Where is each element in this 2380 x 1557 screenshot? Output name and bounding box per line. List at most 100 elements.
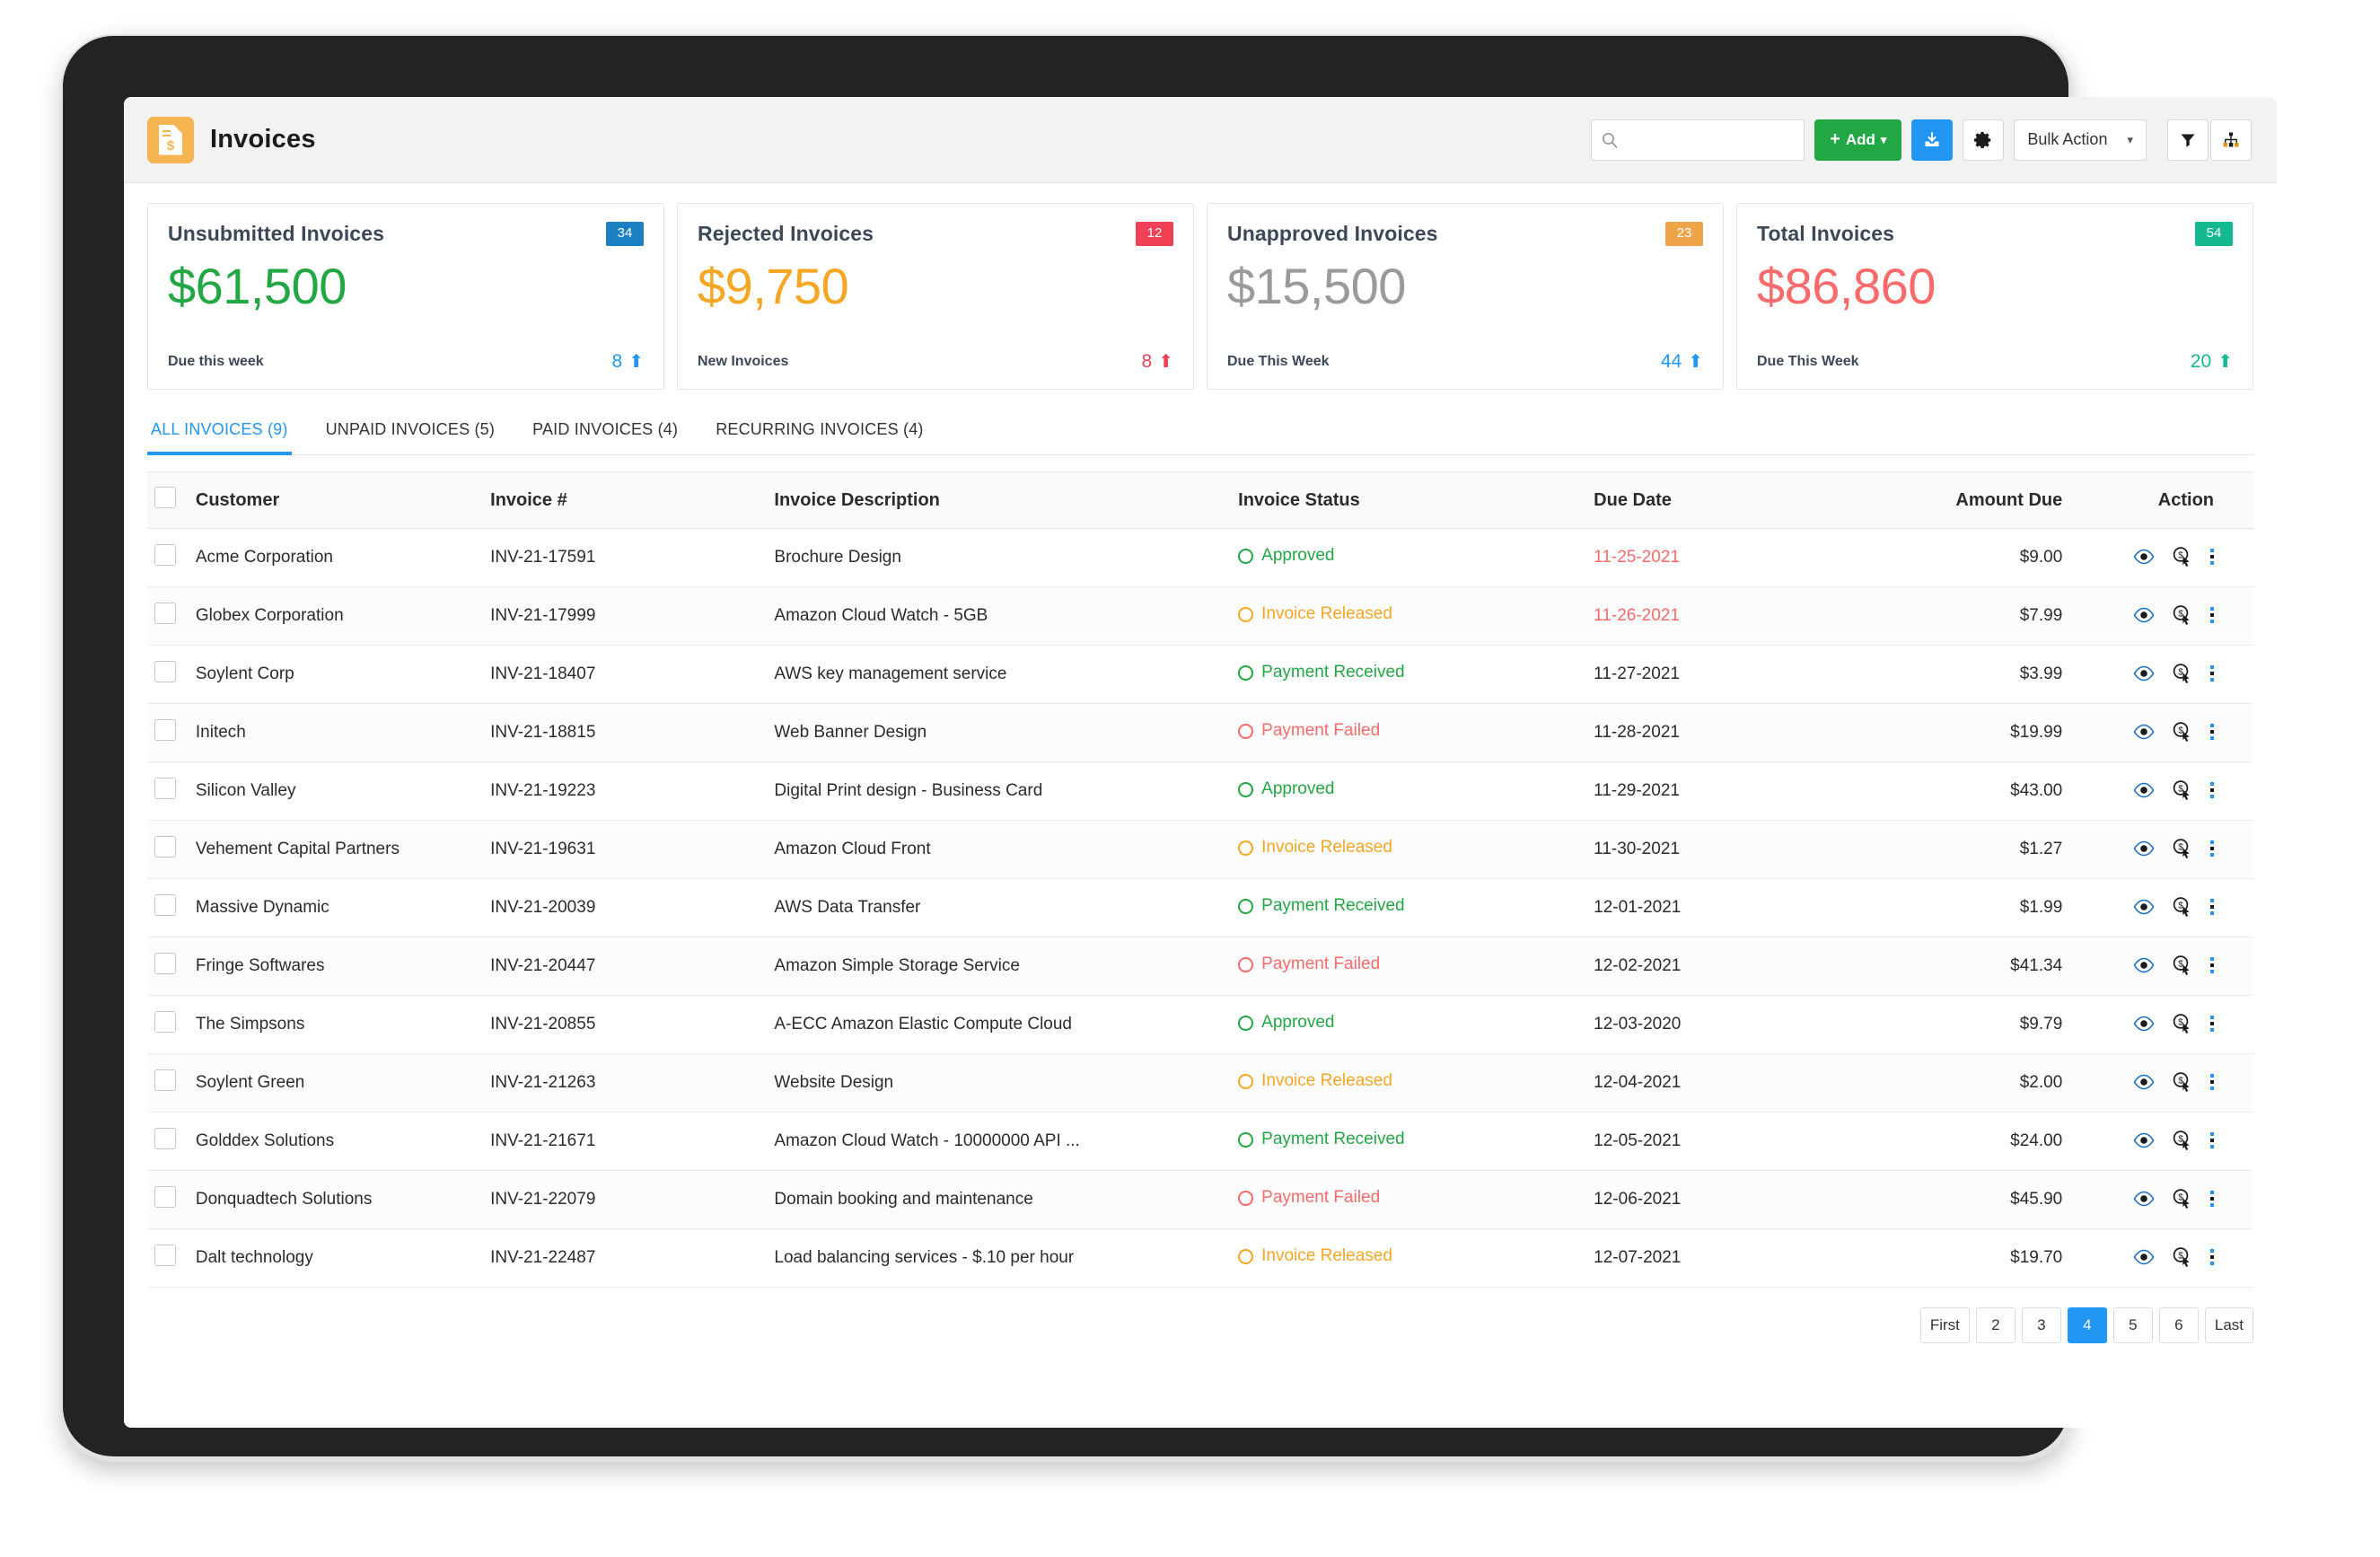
eye-view-icon[interactable]: [2133, 782, 2155, 798]
table-row[interactable]: Globex Corporation INV-21-17999 Amazon Clo…: [147, 586, 2253, 646]
tab-recurring-invoices[interactable]: RECURRING INVOICES (4): [712, 413, 927, 455]
row-checkbox[interactable]: [154, 778, 176, 799]
eye-view-icon[interactable]: [2133, 607, 2155, 623]
eye-view-icon[interactable]: [2133, 899, 2155, 915]
page-button[interactable]: 2: [1975, 1307, 2016, 1343]
more-vertical-dots-icon[interactable]: [2209, 956, 2214, 973]
dollar-pay-cursor-icon[interactable]: $: [2171, 954, 2194, 976]
eye-view-icon[interactable]: [2133, 840, 2155, 857]
column-header-amount-due[interactable]: Amount Due: [1834, 471, 2094, 529]
tab-all-invoices[interactable]: ALL INVOICES (9): [147, 413, 292, 455]
page-button[interactable]: 6: [2158, 1307, 2199, 1343]
row-checkbox[interactable]: [154, 661, 176, 682]
more-vertical-dots-icon[interactable]: [2209, 1190, 2214, 1207]
page-button[interactable]: First: [1919, 1307, 1970, 1343]
sitemap-button[interactable]: [2210, 119, 2252, 161]
search-box[interactable]: [1591, 119, 1805, 161]
cell-action: $: [2093, 878, 2253, 937]
search-input[interactable]: [1625, 131, 1796, 148]
page-button[interactable]: 4: [2067, 1307, 2107, 1343]
eye-view-icon[interactable]: [2133, 1249, 2155, 1265]
table-row[interactable]: Soylent Corp INV-21-18407 AWS key manageme…: [147, 645, 2253, 704]
stat-title: Total Invoices: [1757, 222, 1895, 245]
row-checkbox[interactable]: [154, 719, 176, 741]
table-row[interactable]: Vehement Capital Partners INV-21-19631 Ama…: [147, 820, 2253, 879]
stat-card-unsubmitted[interactable]: Unsubmitted Invoices 34 $61,500 Due this…: [147, 203, 664, 390]
select-all-checkbox[interactable]: [154, 487, 176, 508]
dollar-pay-cursor-icon[interactable]: $: [2171, 1130, 2194, 1151]
more-vertical-dots-icon[interactable]: [2209, 664, 2214, 682]
more-vertical-dots-icon[interactable]: [2209, 1131, 2214, 1148]
dollar-pay-cursor-icon[interactable]: $: [2171, 1071, 2194, 1093]
more-vertical-dots-icon[interactable]: [2209, 898, 2214, 915]
dollar-pay-cursor-icon[interactable]: $: [2171, 1013, 2194, 1034]
dollar-pay-cursor-icon[interactable]: $: [2171, 546, 2194, 567]
tab-unpaid-invoices[interactable]: UNPAID INVOICES (5): [322, 413, 499, 455]
row-checkbox[interactable]: [154, 836, 176, 858]
eye-view-icon[interactable]: [2133, 724, 2155, 740]
add-button[interactable]: + Add ▾: [1814, 119, 1902, 161]
bulk-action-dropdown[interactable]: Bulk Action ▾: [2014, 119, 2147, 161]
row-checkbox[interactable]: [154, 1128, 176, 1149]
column-header-invoice-number[interactable]: Invoice #: [483, 471, 768, 529]
column-header-customer[interactable]: Customer: [188, 471, 484, 529]
eye-view-icon[interactable]: [2133, 665, 2155, 682]
table-row[interactable]: Acme Corporation INV-21-17591 Brochure Des…: [147, 528, 2253, 587]
row-select-cell: [147, 586, 189, 646]
eye-view-icon[interactable]: [2133, 549, 2155, 565]
table-row[interactable]: Donquadtech Solutions INV-21-22079 Domain …: [147, 1170, 2253, 1229]
table-row[interactable]: Dalt technology INV-21-22487 Load balancin…: [147, 1228, 2253, 1288]
download-button[interactable]: [1911, 119, 1954, 161]
more-vertical-dots-icon[interactable]: [2209, 1015, 2214, 1032]
more-vertical-dots-icon[interactable]: [2209, 723, 2214, 740]
row-checkbox[interactable]: [154, 544, 176, 566]
row-checkbox[interactable]: [154, 1069, 176, 1091]
settings-button[interactable]: [1963, 119, 2005, 161]
row-checkbox[interactable]: [154, 1186, 176, 1208]
table-row[interactable]: The Simpsons INV-21-20855 A-ECC Amazon Ela…: [147, 995, 2253, 1054]
table-row[interactable]: Soylent Green INV-21-21263 Website Design I…: [147, 1053, 2253, 1113]
more-vertical-dots-icon[interactable]: [2209, 781, 2214, 798]
filter-button[interactable]: [2167, 119, 2209, 161]
row-checkbox[interactable]: [154, 894, 176, 916]
table-row[interactable]: Fringe Softwares INV-21-20447 Amazon Simpl…: [147, 937, 2253, 996]
table-row[interactable]: Massive Dynamic INV-21-20039 AWS Data Tran…: [147, 878, 2253, 937]
eye-view-icon[interactable]: [2133, 1191, 2155, 1207]
more-vertical-dots-icon[interactable]: [2209, 1248, 2214, 1265]
table-row[interactable]: Silicon Valley INV-21-19223 Digital Print …: [147, 761, 2253, 821]
column-header-invoice-status[interactable]: Invoice Status: [1231, 471, 1587, 529]
column-header-due-date[interactable]: Due Date: [1586, 471, 1835, 529]
more-vertical-dots-icon[interactable]: [2209, 548, 2214, 565]
stat-card-total[interactable]: Total Invoices 54 $86,860 Due This Week …: [1736, 203, 2253, 390]
eye-view-icon[interactable]: [2133, 957, 2155, 973]
dollar-pay-cursor-icon[interactable]: $: [2171, 663, 2194, 684]
sitemap-hierarchy-icon: [2221, 130, 2241, 150]
more-vertical-dots-icon[interactable]: [2209, 840, 2214, 857]
dollar-pay-cursor-icon[interactable]: $: [2171, 604, 2194, 626]
row-checkbox[interactable]: [154, 1245, 176, 1266]
tab-paid-invoices[interactable]: PAID INVOICES (4): [529, 413, 681, 455]
dollar-pay-cursor-icon[interactable]: $: [2171, 1188, 2194, 1210]
dollar-pay-cursor-icon[interactable]: $: [2171, 838, 2194, 859]
table-row[interactable]: Initech INV-21-18815 Web Banner Design Paym…: [147, 703, 2253, 762]
dollar-pay-cursor-icon[interactable]: $: [2171, 779, 2194, 801]
page-button[interactable]: 5: [2112, 1307, 2153, 1343]
page-button[interactable]: 3: [2021, 1307, 2061, 1343]
more-vertical-dots-icon[interactable]: [2209, 1073, 2214, 1090]
eye-view-icon[interactable]: [2133, 1016, 2155, 1032]
dollar-pay-cursor-icon[interactable]: $: [2171, 1246, 2194, 1268]
column-header-invoice-description[interactable]: Invoice Description: [767, 471, 1232, 529]
dollar-pay-cursor-icon[interactable]: $: [2171, 721, 2194, 743]
dollar-pay-cursor-icon[interactable]: $: [2171, 896, 2194, 918]
table-row[interactable]: Golddex Solutions INV-21-21671 Amazon Clou…: [147, 1112, 2253, 1171]
gear-icon: [1973, 130, 1993, 150]
row-checkbox[interactable]: [154, 953, 176, 974]
stat-card-unapproved[interactable]: Unapproved Invoices 23 $15,500 Due This …: [1207, 203, 1724, 390]
row-checkbox[interactable]: [154, 603, 176, 624]
page-button[interactable]: Last: [2204, 1307, 2253, 1343]
eye-view-icon[interactable]: [2133, 1132, 2155, 1148]
more-vertical-dots-icon[interactable]: [2209, 606, 2214, 623]
row-checkbox[interactable]: [154, 1011, 176, 1033]
eye-view-icon[interactable]: [2133, 1074, 2155, 1090]
stat-card-rejected[interactable]: Rejected Invoices 12 $9,750 New Invoices…: [677, 203, 1194, 390]
